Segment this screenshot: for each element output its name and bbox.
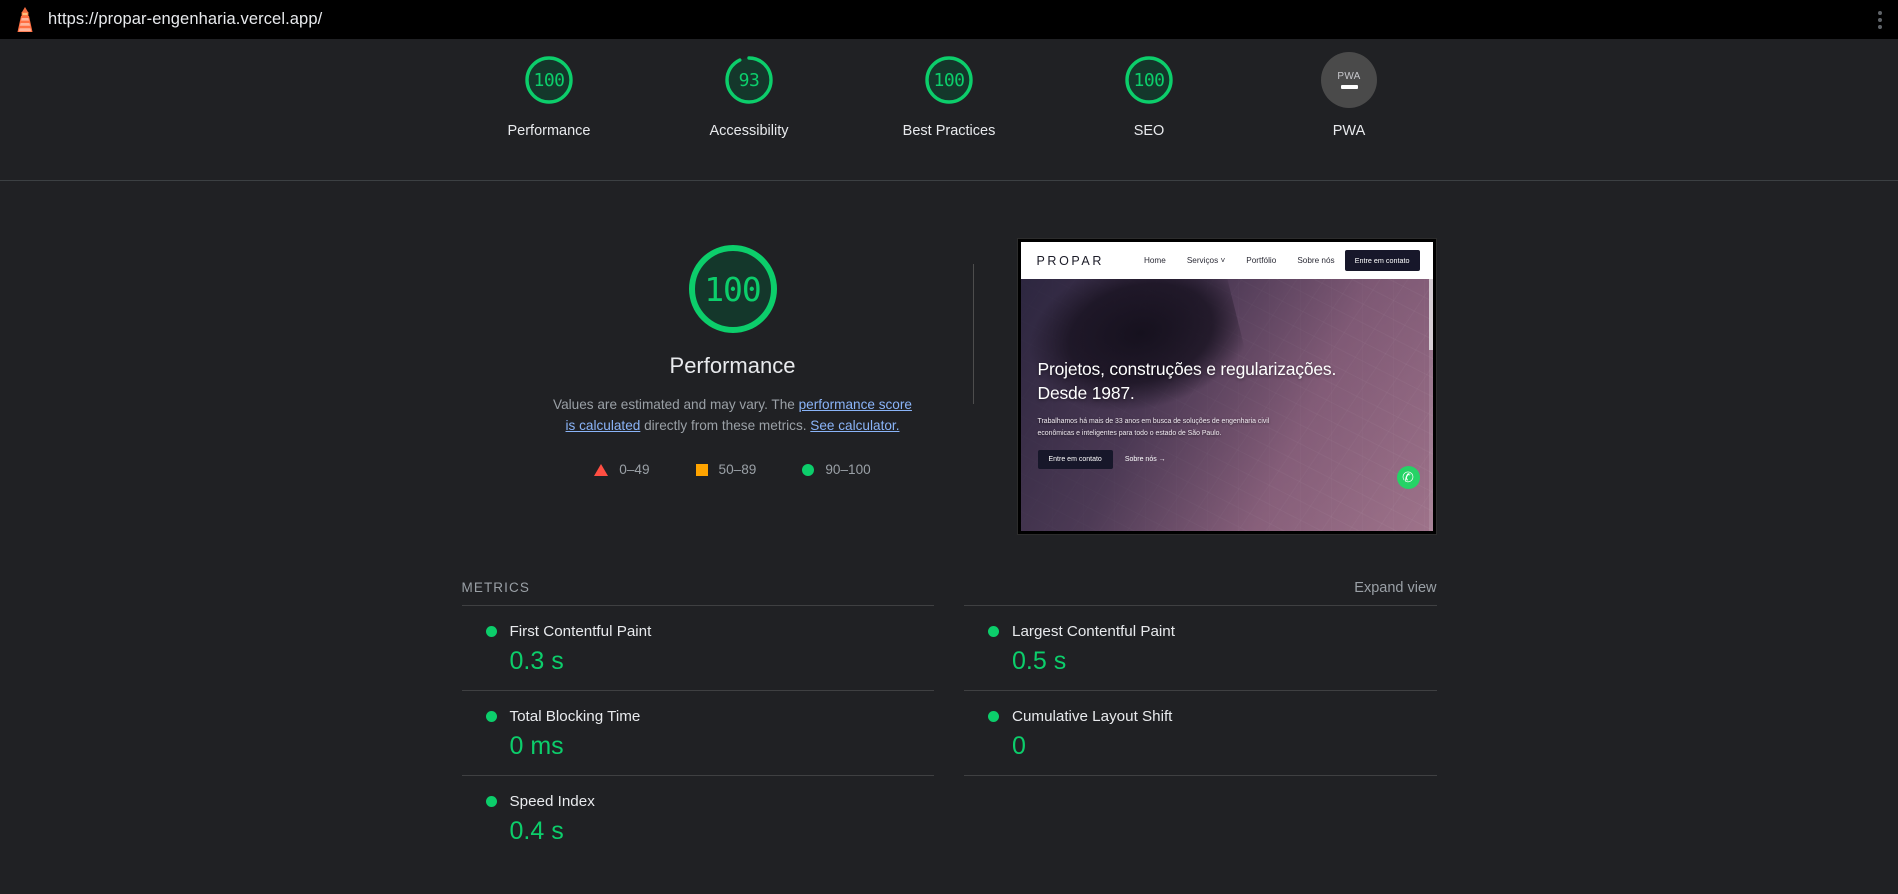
metric-header: First Contentful Paint	[486, 623, 935, 640]
screenshot-buttons: Entre em contato Sobre nós →	[1038, 450, 1423, 469]
screenshot-paragraph: Trabalhamos há mais de 33 anos em busca …	[1038, 416, 1283, 439]
page-title: Performance	[670, 353, 796, 379]
hero-description: Values are estimated and may vary. The p…	[548, 395, 918, 436]
see-calculator-link[interactable]: See calculator.	[810, 418, 899, 433]
screenshot-btn-primary: Entre em contato	[1038, 450, 1113, 469]
metric-header: Largest Contentful Paint	[988, 623, 1437, 640]
average-square-icon	[696, 464, 708, 476]
screenshot-content: PROPAR Home Serviços ˅ Portfólio Sobre n…	[1021, 242, 1433, 531]
performance-hero: 100 Performance Values are estimated and…	[0, 239, 1898, 534]
browser-topbar: https://propar-engenharia.vercel.app/	[0, 0, 1898, 39]
metric-cumulative-layout-shift[interactable]: Cumulative Layout Shift 0	[964, 690, 1437, 775]
gauge-value-performance: 100	[521, 52, 577, 108]
screenshot-navbar: PROPAR Home Serviços ˅ Portfólio Sobre n…	[1021, 242, 1433, 279]
expand-view-button[interactable]: Expand view	[1354, 580, 1436, 596]
gauge-value-best-practices: 100	[921, 52, 977, 108]
pwa-dash-icon	[1341, 85, 1358, 89]
metrics-title: METRICS	[462, 580, 530, 595]
screenshot-nav-home: Home	[1144, 256, 1166, 265]
pass-circle-icon	[486, 711, 497, 722]
metric-value: 0.3 s	[510, 647, 935, 676]
report-body: 100 Performance Values are estimated and…	[0, 181, 1898, 893]
gauge-value-large: 100	[683, 239, 783, 339]
pwa-badge-icon: PWA	[1321, 52, 1377, 108]
final-screenshot[interactable]: PROPAR Home Serviços ˅ Portfólio Sobre n…	[1018, 239, 1436, 534]
metric-label: Largest Contentful Paint	[1012, 623, 1175, 640]
category-scores-bar: 100 Performance 93 Accessibility 100 Bes…	[0, 39, 1898, 181]
metric-speed-index[interactable]: Speed Index 0.4 s	[462, 775, 935, 860]
metric-label: Total Blocking Time	[510, 708, 641, 725]
page-url: https://propar-engenharia.vercel.app/	[48, 10, 322, 29]
metric-first-contentful-paint[interactable]: First Contentful Paint 0.3 s	[462, 605, 935, 690]
score-label-pwa: PWA	[1333, 123, 1366, 139]
metric-value: 0	[1012, 732, 1437, 761]
pass-circle-icon	[486, 796, 497, 807]
metric-header: Cumulative Layout Shift	[988, 708, 1437, 725]
metric-label: Speed Index	[510, 793, 595, 810]
pass-circle-icon	[988, 626, 999, 637]
final-screenshot-panel: PROPAR Home Serviços ˅ Portfólio Sobre n…	[974, 239, 1436, 534]
screenshot-logo: PROPAR	[1037, 254, 1104, 268]
metric-value: 0.5 s	[1012, 647, 1437, 676]
score-item-seo[interactable]: 100 SEO	[1093, 52, 1205, 139]
metric-header: Speed Index	[486, 793, 935, 810]
metric-header: Total Blocking Time	[486, 708, 935, 725]
screenshot-scrollbar	[1429, 279, 1433, 531]
screenshot-cta-button: Entre em contato	[1345, 250, 1420, 271]
gauge-performance-large: 100	[683, 239, 783, 339]
score-label-performance: Performance	[507, 123, 590, 139]
gauge-seo: 100	[1121, 52, 1177, 108]
hero-score-panel: 100 Performance Values are estimated and…	[503, 239, 973, 477]
screenshot-nav-sobre: Sobre nós	[1297, 256, 1334, 265]
legend-range-average: 50–89	[719, 462, 757, 477]
screenshot-headline: Projetos, construções e regularizações. …	[1038, 357, 1423, 405]
legend-range-fail: 0–49	[619, 462, 649, 477]
legend-item-average: 50–89	[696, 462, 757, 477]
screenshot-hero: Projetos, construções e regularizações. …	[1021, 279, 1433, 531]
pass-circle-icon	[988, 711, 999, 722]
score-label-best-practices: Best Practices	[903, 123, 996, 139]
hero-desc-part2: directly from these metrics.	[640, 418, 810, 433]
metric-label: Cumulative Layout Shift	[1012, 708, 1172, 725]
score-item-pwa[interactable]: PWA PWA	[1293, 52, 1405, 139]
gauge-value-seo: 100	[1121, 52, 1177, 108]
screenshot-hero-text: Projetos, construções e regularizações. …	[1038, 357, 1423, 469]
gauge-value-accessibility: 93	[721, 52, 777, 108]
screenshot-nav-links: Home Serviços ˅ Portfólio Sobre nós	[1144, 256, 1335, 265]
metric-largest-contentful-paint[interactable]: Largest Contentful Paint 0.5 s	[964, 605, 1437, 690]
kebab-menu-icon[interactable]	[1874, 7, 1886, 33]
score-label-accessibility: Accessibility	[710, 123, 789, 139]
whatsapp-icon: ✆	[1397, 466, 1420, 489]
metric-label: First Contentful Paint	[510, 623, 652, 640]
screenshot-nav-portfolio: Portfólio	[1246, 256, 1276, 265]
pwa-badge-text: PWA	[1337, 71, 1360, 82]
metrics-grid: First Contentful Paint 0.3 s Largest Con…	[462, 605, 1437, 860]
legend-item-pass: 90–100	[802, 462, 870, 477]
metric-value: 0.4 s	[510, 817, 935, 846]
score-label-seo: SEO	[1134, 123, 1165, 139]
score-item-best-practices[interactable]: 100 Best Practices	[893, 52, 1005, 139]
pass-circle-icon	[802, 464, 814, 476]
legend-range-pass: 90–100	[825, 462, 870, 477]
pass-circle-icon	[486, 626, 497, 637]
metrics-section: METRICS Expand view First Contentful Pai…	[462, 580, 1437, 860]
gauge-best-practices: 100	[921, 52, 977, 108]
score-legend: 0–49 50–89 90–100	[594, 462, 870, 477]
fail-triangle-icon	[594, 464, 608, 476]
screenshot-nav-servicos: Serviços ˅	[1187, 256, 1225, 265]
hero-desc-part1: Values are estimated and may vary. The	[553, 397, 799, 412]
metric-value: 0 ms	[510, 732, 935, 761]
gauge-performance: 100	[521, 52, 577, 108]
score-item-performance[interactable]: 100 Performance	[493, 52, 605, 139]
metric-total-blocking-time[interactable]: Total Blocking Time 0 ms	[462, 690, 935, 775]
screenshot-btn-secondary: Sobre nós →	[1125, 456, 1166, 463]
metrics-header: METRICS Expand view	[462, 580, 1437, 596]
gauge-accessibility: 93	[721, 52, 777, 108]
metric-placeholder	[964, 775, 1437, 860]
score-item-accessibility[interactable]: 93 Accessibility	[693, 52, 805, 139]
lighthouse-icon	[14, 7, 36, 33]
legend-item-fail: 0–49	[594, 462, 649, 477]
